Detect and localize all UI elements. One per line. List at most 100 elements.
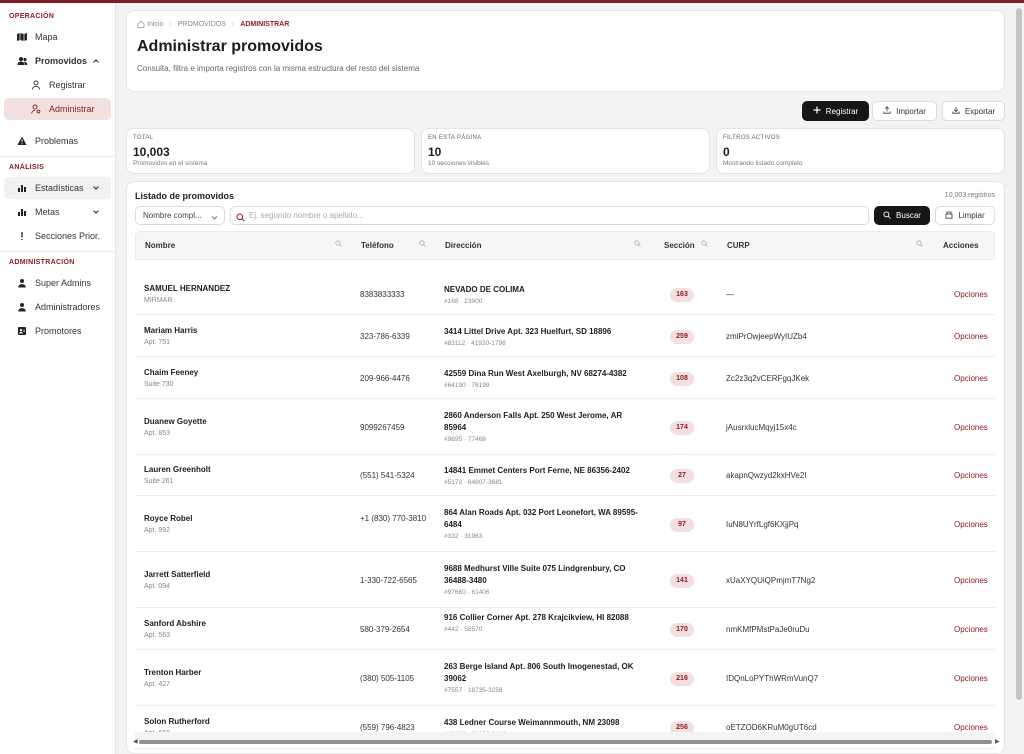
sidebar-item-administradores[interactable]: Administradores [4, 296, 111, 318]
breadcrumb-home[interactable]: Inicio [147, 21, 163, 28]
address-subtext: #5173 · 64807-3681 [444, 479, 503, 486]
sidebar-item-label: Registrar [49, 80, 86, 90]
sidebar-item-administrar[interactable]: Administrar [4, 98, 111, 120]
page-description: Consulta, filtra e importa registros con… [137, 64, 420, 73]
column-header-telefono[interactable]: Teléfono [361, 241, 394, 250]
registrar-button[interactable]: Registrar [802, 101, 869, 121]
phone-cell: 1-330-722-6565 [360, 575, 417, 585]
chevron-down-icon [90, 182, 102, 194]
stat-card-page: EN ESTA PÁGINA 10 10 secciones visibles [421, 128, 710, 174]
opciones-link[interactable]: Opciones [954, 520, 988, 529]
search-icon[interactable] [634, 240, 641, 249]
sidebar-item-promotores[interactable]: Promotores [4, 320, 111, 342]
horizontal-scrollbar-thumb[interactable] [139, 740, 992, 744]
sidebar-item-mapa[interactable]: Mapa [4, 26, 111, 48]
limpiar-button[interactable]: Limpiar [935, 206, 995, 225]
user-icon [30, 79, 42, 91]
sidebar-section-analisis: ANÁLISIS [9, 164, 45, 171]
table-row: Trenton Harber Apt. 427 (380) 505-1105 263 … [135, 651, 995, 706]
sidebar-item-label: Problemas [35, 136, 79, 146]
sidebar-item-problemas[interactable]: Problemas [4, 130, 111, 152]
sidebar-item-label: Secciones Prior. [35, 231, 101, 241]
table-row: Sanford Abshire Apt. 563 580-379-2654 916 C… [135, 609, 995, 650]
person-subtext: Suite 261 [144, 478, 174, 485]
opciones-link[interactable]: Opciones [954, 332, 988, 341]
users-icon [16, 55, 28, 67]
home-icon [137, 20, 145, 28]
person-name: Solon Rutherford [144, 717, 210, 726]
opciones-link[interactable]: Opciones [954, 723, 988, 732]
search-icon[interactable] [419, 240, 426, 249]
search-input[interactable] [249, 211, 849, 220]
sidebar-item-secciones-prior[interactable]: Secciones Prior. [4, 225, 111, 247]
opciones-link[interactable]: Opciones [954, 576, 988, 585]
curp-cell: IDQnLoPYThWRmVunQ7 [726, 673, 819, 683]
opciones-link[interactable]: Opciones [954, 471, 988, 480]
address-subtext: #332 · 31963 [444, 532, 483, 540]
column-header-nombre[interactable]: Nombre [145, 241, 175, 250]
phone-cell: (551) 541-5324 [360, 471, 415, 480]
sidebar-item-label: Estadísticas [35, 183, 84, 193]
stat-subtext: Mostrando listado completo [723, 160, 803, 167]
sidebar-item-estadisticas[interactable]: Estadísticas [4, 177, 111, 199]
sidebar-divider [0, 251, 115, 252]
name-cell: Royce Robel Apt. 992 [144, 514, 192, 534]
search-icon[interactable] [701, 240, 708, 249]
exportar-button[interactable]: Exportar [942, 101, 1005, 121]
scroll-right-arrow-icon[interactable]: ▶ [995, 738, 1000, 745]
column-header-curp[interactable]: CURP [727, 241, 750, 250]
chevron-up-icon [90, 55, 102, 67]
person-name: SAMUEL HERNANDEZ [144, 284, 231, 293]
person-subtext: Suite 730 [144, 380, 174, 388]
warning-icon [16, 135, 28, 147]
sidebar-item-super-admins[interactable]: Super Admins [4, 272, 111, 294]
breadcrumb-promovidos[interactable]: PROMOVIDOS [178, 21, 226, 28]
address-subtext: #64190 · 76199 [444, 381, 490, 389]
record-count: 10,003 registros [944, 192, 995, 199]
vertical-scrollbar-thumb[interactable] [1016, 8, 1022, 700]
person-name: Mariam Harris [144, 325, 198, 335]
address-line: 2860 Anderson Falls Apt. 250 West Jerome… [444, 410, 623, 432]
sidebar-item-registrar[interactable]: Registrar [4, 74, 111, 96]
search-field-select[interactable]: Nombre compl... [135, 206, 225, 225]
opciones-link[interactable]: Opciones [954, 290, 988, 299]
stat-value: 10,003 [133, 145, 170, 159]
search-icon[interactable] [335, 240, 342, 249]
opciones-link[interactable]: Opciones [954, 423, 988, 432]
stat-value: 0 [723, 145, 730, 159]
phone-cell: 8383833333 [360, 290, 405, 299]
sidebar-item-promovidos[interactable]: Promovidos [4, 50, 111, 72]
section-badge: 27 [670, 469, 694, 483]
page-header: Inicio › PROMOVIDOS › ADMINISTRAR Admini… [126, 10, 1005, 92]
exclamation-icon [16, 230, 28, 242]
scroll-left-arrow-icon[interactable]: ◀ [133, 738, 138, 745]
importar-button[interactable]: Importar [872, 101, 937, 121]
sidebar-item-metas[interactable]: Metas [4, 201, 111, 223]
curp-cell: zmlPrOwjeepWyIUZb4 [726, 331, 807, 341]
table-row: Royce Robel Apt. 992 +1 (830) 770-3810 864 … [135, 497, 995, 552]
phone-cell: 580-379-2654 [360, 624, 410, 634]
search-icon[interactable] [916, 240, 923, 249]
sidebar-item-label: Administrar [49, 104, 95, 114]
name-cell: Chaim Feeney Suite 730 [144, 368, 198, 388]
name-cell: SAMUEL HERNANDEZ MIRMAR [144, 284, 230, 304]
buscar-button[interactable]: Buscar [874, 206, 930, 225]
promovidos-list: Listado de promovidos 10,003 registros N… [126, 181, 1005, 754]
column-header-direccion[interactable]: Dirección [445, 241, 481, 250]
opciones-link[interactable]: Opciones [954, 674, 988, 683]
phone-cell: 209-966-4476 [360, 373, 410, 383]
address-line: 438 Ledner Course Weimannmouth, NM 23098 [444, 718, 620, 727]
importar-button-label: Importar [896, 106, 926, 116]
stat-subtext: 10 secciones visibles [428, 160, 490, 167]
column-header-seccion[interactable]: Sección [664, 241, 695, 250]
address-subtext: #168 · 23900 [444, 298, 483, 305]
person-subtext: MIRMAR [144, 297, 173, 304]
id-card-icon [16, 325, 28, 337]
opciones-link[interactable]: Opciones [954, 625, 988, 634]
select-value: Nombre compl... [143, 211, 202, 220]
table-header: Nombre Teléfono Dirección Sección CURP A… [135, 231, 995, 260]
eraser-icon [945, 211, 953, 221]
person-name: Trenton Harber [144, 667, 202, 677]
opciones-link[interactable]: Opciones [954, 374, 988, 383]
user-icon [16, 301, 28, 313]
